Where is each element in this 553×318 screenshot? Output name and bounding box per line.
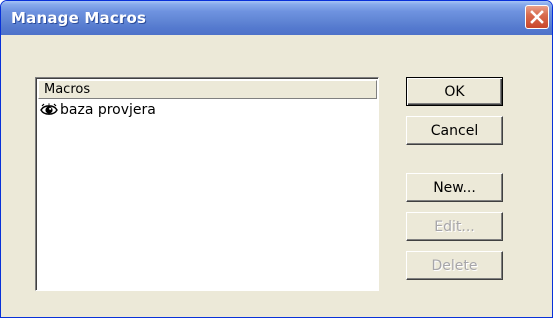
macro-list[interactable]: Macros baza provjera — [35, 77, 379, 291]
delete-button[interactable]: Delete — [406, 251, 503, 280]
title-bar[interactable]: Manage Macros — [1, 1, 552, 35]
window-title: Manage Macros — [11, 9, 147, 27]
new-button[interactable]: New... — [406, 173, 503, 202]
edit-button[interactable]: Edit... — [406, 212, 503, 241]
macros-column-header[interactable]: Macros — [38, 80, 377, 99]
cancel-button[interactable]: Cancel — [406, 116, 503, 145]
list-item[interactable]: baza provjera — [40, 101, 156, 119]
manage-macros-dialog: Manage Macros Macros baza provjera OK Ca… — [0, 0, 553, 318]
close-icon — [530, 10, 544, 24]
ok-button[interactable]: OK — [406, 77, 503, 106]
close-button[interactable] — [525, 5, 549, 29]
dialog-body: Macros baza provjera OK Cancel New... Ed… — [4, 35, 549, 314]
eye-icon — [40, 103, 58, 115]
macro-name: baza provjera — [60, 102, 156, 118]
